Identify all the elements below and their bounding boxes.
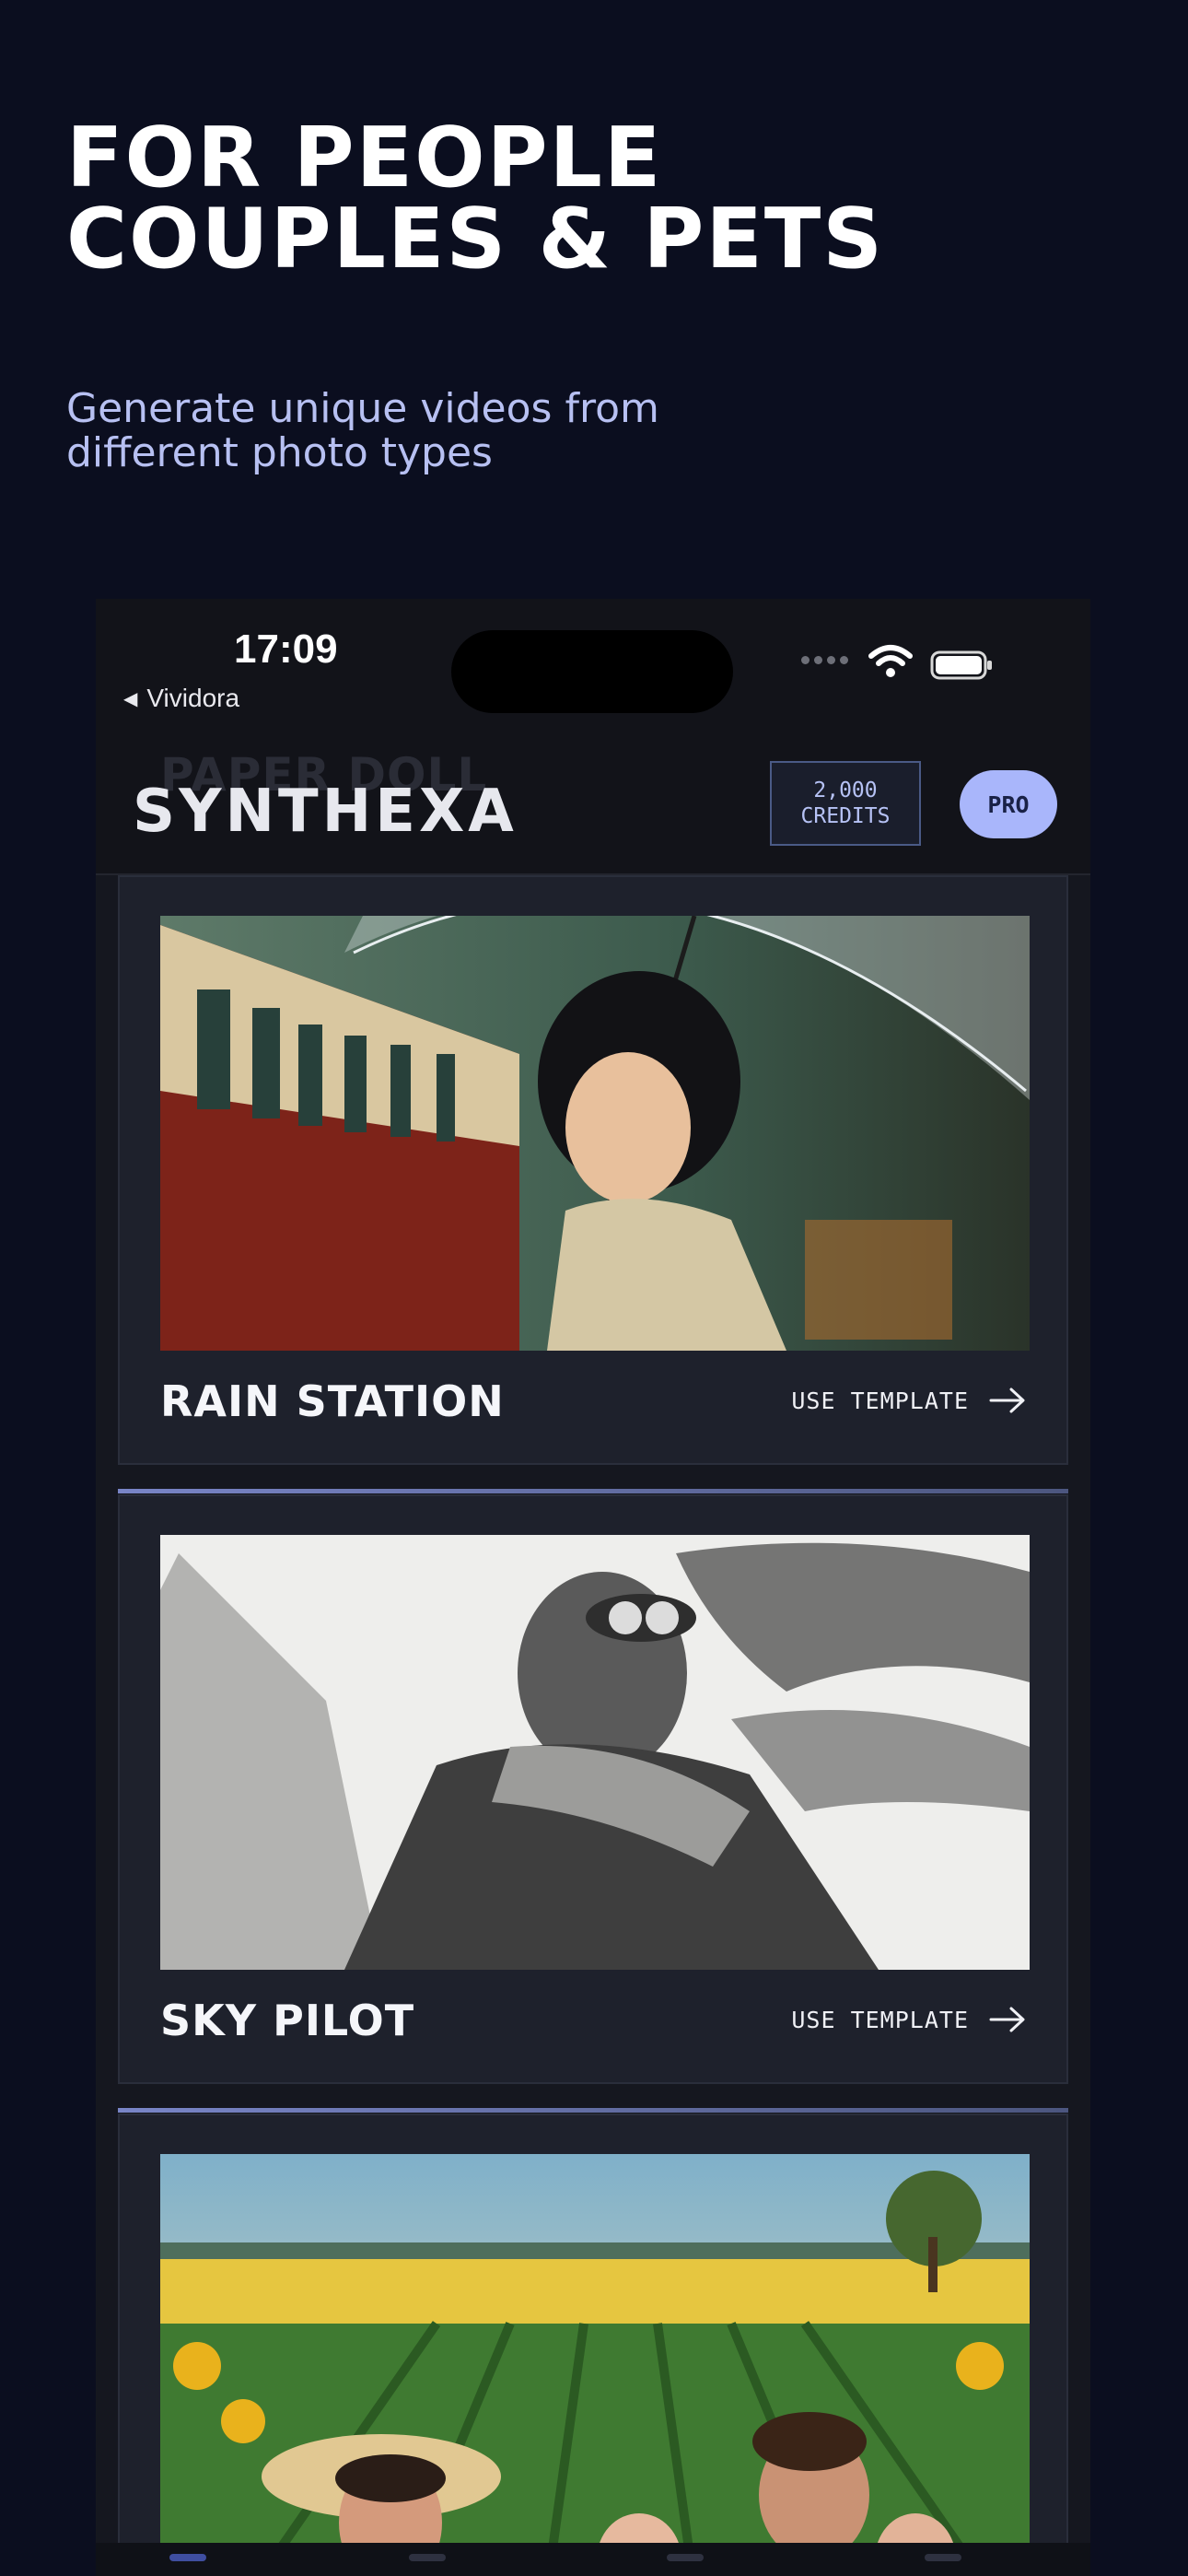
back-to-app-link[interactable]: ◀ Vividora bbox=[123, 684, 239, 713]
arrow-right-icon bbox=[989, 2007, 1025, 2032]
subhead-line-1: Generate unique videos from bbox=[66, 385, 659, 432]
credits-label: CREDITS bbox=[800, 804, 891, 828]
use-template-label: USE TEMPLATE bbox=[791, 1387, 969, 1414]
credits-amount: 2,000 bbox=[813, 779, 878, 802]
template-thumbnail bbox=[160, 2154, 1030, 2576]
back-app-label: Vividora bbox=[146, 684, 240, 712]
template-title: RAIN STATION bbox=[160, 1376, 505, 1426]
pro-button[interactable]: PRO bbox=[960, 770, 1057, 838]
template-card[interactable]: SKY PILOT USE TEMPLATE bbox=[118, 1494, 1068, 2084]
template-thumbnail bbox=[160, 916, 1030, 1351]
card-divider bbox=[118, 2108, 1068, 2113]
use-template-button[interactable]: USE TEMPLATE bbox=[791, 1994, 1026, 2045]
promo-subhead: Generate unique videos from different ph… bbox=[66, 387, 659, 475]
credits-badge[interactable]: 2,000 CREDITS bbox=[770, 761, 921, 846]
app-logo: SYNTHEXA bbox=[133, 778, 518, 846]
promo-headline: FOR PEOPLE COUPLES & PETS bbox=[66, 110, 885, 287]
app-header: PAPER DOLL SYNTHEXA 2,000 CREDITS PRO bbox=[96, 737, 1090, 875]
template-thumbnail bbox=[160, 1535, 1030, 1970]
template-card[interactable]: RAIN STATION USE TEMPLATE bbox=[118, 875, 1068, 1465]
arrow-right-icon bbox=[989, 1388, 1025, 1413]
card-divider bbox=[118, 1489, 1068, 1493]
subhead-line-2: different photo types bbox=[66, 429, 493, 476]
template-card[interactable] bbox=[118, 2113, 1068, 2576]
status-bar: 17:09 ◀ Vividora bbox=[96, 599, 1090, 737]
tab-icon-home[interactable] bbox=[169, 2554, 206, 2561]
tab-icon-library[interactable] bbox=[409, 2554, 446, 2561]
headline-line-2: COUPLES & PETS bbox=[66, 191, 885, 287]
phone-screen: 17:09 ◀ Vividora PAPER DOLL SYNTHEXA 2,00… bbox=[96, 599, 1090, 2576]
signal-dots-icon bbox=[801, 656, 853, 667]
wifi-icon bbox=[868, 645, 913, 677]
battery-icon bbox=[930, 650, 992, 680]
tab-bar bbox=[96, 2543, 1090, 2576]
status-time: 17:09 bbox=[234, 626, 338, 672]
dynamic-island bbox=[451, 630, 733, 713]
use-template-label: USE TEMPLATE bbox=[791, 2006, 969, 2033]
tab-icon-create[interactable] bbox=[667, 2554, 704, 2561]
headline-line-1: FOR PEOPLE bbox=[66, 110, 663, 206]
back-caret-icon: ◀ bbox=[123, 689, 138, 709]
use-template-button[interactable]: USE TEMPLATE bbox=[791, 1375, 1026, 1426]
template-title: SKY PILOT bbox=[160, 1996, 415, 2045]
tab-icon-profile[interactable] bbox=[925, 2554, 961, 2561]
